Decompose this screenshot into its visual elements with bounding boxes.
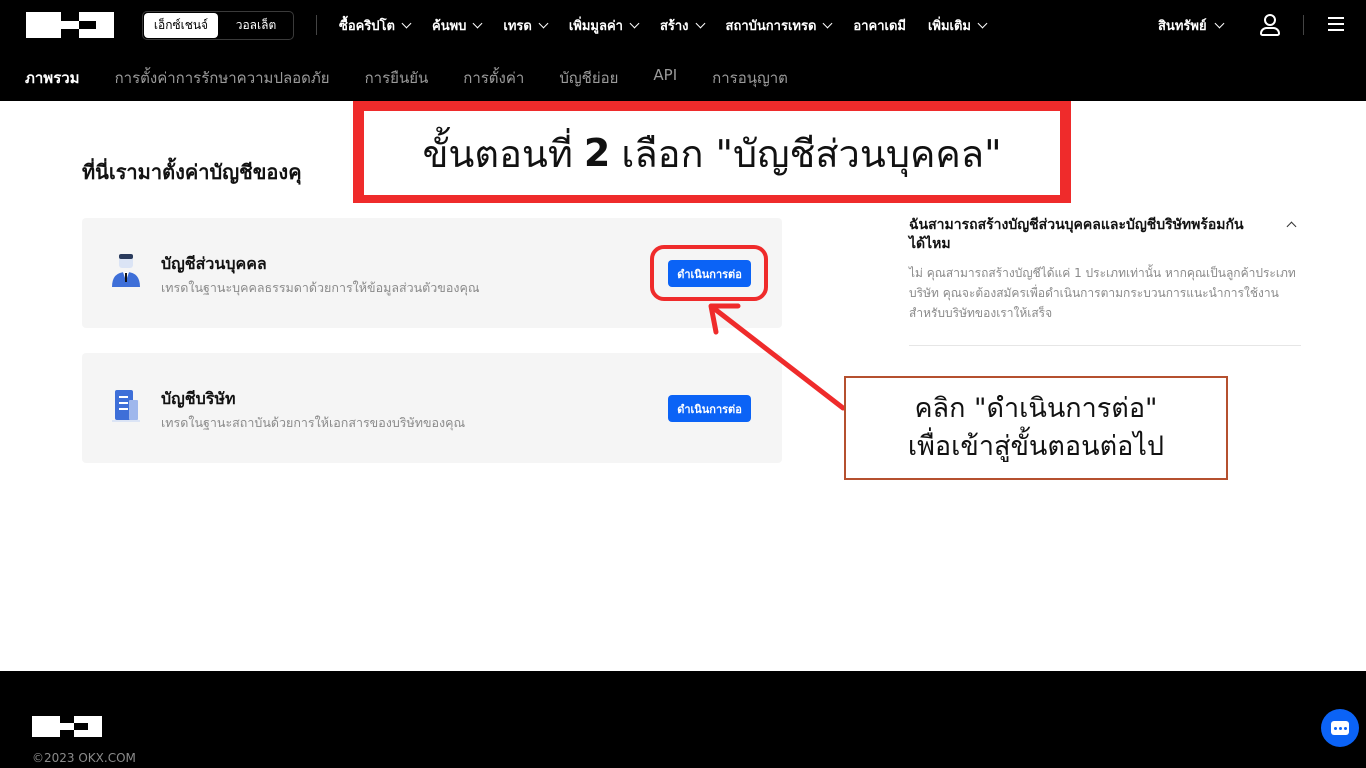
exchange-wallet-toggle: เอ็กซ์เชนจ์ วอลเล็ต bbox=[142, 11, 294, 40]
subnav-verification[interactable]: การยืนยัน bbox=[365, 66, 429, 90]
step-banner: ขั้นตอนที่ 2 เลือก "บัญชีส่วนบุคคล" bbox=[353, 101, 1071, 203]
user-profile-icon[interactable] bbox=[1259, 13, 1281, 37]
menu-buy-crypto[interactable]: ซื้อคริปโต bbox=[339, 15, 412, 36]
corporate-account-title: บัญชีบริษัท bbox=[161, 389, 236, 408]
menu-trade[interactable]: เทรด bbox=[503, 15, 549, 36]
banner-text-post: เลือก "บัญชีส่วนบุคคล" bbox=[621, 131, 1002, 176]
building-icon bbox=[112, 390, 140, 422]
menu-discover[interactable]: ค้นพบ bbox=[432, 15, 483, 36]
menu-academy[interactable]: อาคาเดมี bbox=[853, 15, 906, 36]
chevron-down-icon bbox=[401, 18, 412, 28]
chevron-down-icon bbox=[822, 18, 833, 28]
chevron-down-icon bbox=[538, 18, 549, 28]
corporate-account-card: บัญชีบริษัท เทรดในฐานะสถาบันด้วยการให้เอ… bbox=[82, 353, 782, 463]
footer: ©2023 OKX.COM bbox=[0, 671, 1366, 768]
highlight-ring bbox=[650, 245, 768, 301]
callout-line-2: เพื่อเข้าสู่ขั้นตอนต่อไป bbox=[907, 431, 1165, 462]
faq-divider bbox=[909, 345, 1301, 346]
footer-okx-logo[interactable] bbox=[32, 716, 102, 737]
chevron-down-icon bbox=[629, 18, 640, 28]
menu-more[interactable]: เพิ่มเติม bbox=[928, 15, 988, 36]
menu-grow[interactable]: เพิ่มมูลค่า bbox=[569, 15, 640, 36]
support-chat-icon[interactable] bbox=[1321, 709, 1359, 747]
corporate-account-desc: เทรดในฐานะสถาบันด้วยการให้เอกสารของบริษั… bbox=[161, 415, 466, 430]
top-header: เอ็กซ์เชนจ์ วอลเล็ต ซื้อคริปโต ค้นพบ เทร… bbox=[0, 0, 1366, 101]
chevron-down-icon bbox=[695, 18, 705, 28]
top-menu: ซื้อคริปโต ค้นพบ เทรด เพิ่มมูลค่า สร้าง … bbox=[339, 0, 988, 50]
assets-menu[interactable]: สินทรัพย์ bbox=[1158, 15, 1225, 36]
subnav-overview[interactable]: ภาพรวม bbox=[25, 66, 80, 90]
copyright: ©2023 OKX.COM bbox=[32, 751, 136, 765]
subnav-settings[interactable]: การตั้งค่า bbox=[463, 66, 524, 90]
banner-step-number: 2 bbox=[583, 131, 611, 175]
divider bbox=[316, 15, 317, 35]
exchange-tab[interactable]: เอ็กซ์เชนจ์ bbox=[144, 13, 218, 38]
hamburger-menu-icon[interactable] bbox=[1328, 17, 1344, 31]
divider bbox=[1303, 15, 1304, 35]
account-subnav: ภาพรวม การตั้งค่าการรักษาความปลอดภัย การ… bbox=[25, 66, 788, 90]
chevron-up-icon bbox=[1286, 221, 1297, 232]
personal-account-title: บัญชีส่วนบุคคล bbox=[161, 254, 267, 273]
subnav-subaccounts[interactable]: บัญชีย่อย bbox=[559, 66, 618, 90]
step-banner-text: ขั้นตอนที่ 2 เลือก "บัญชีส่วนบุคคล" bbox=[364, 111, 1060, 195]
faq-answer: ไม่ คุณสามารถสร้างบัญชีได้แค่ 1 ประเภทเท… bbox=[909, 266, 1296, 320]
chevron-down-icon bbox=[1214, 18, 1225, 29]
person-icon bbox=[112, 254, 140, 287]
subnav-api[interactable]: API bbox=[653, 66, 677, 90]
callout-line-1: คลิก "ดำเนินการต่อ" bbox=[914, 393, 1158, 424]
subnav-authorization[interactable]: การอนุญาต bbox=[712, 66, 788, 90]
okx-logo[interactable] bbox=[26, 12, 114, 38]
personal-account-desc: เทรดในฐานะบุคคลธรรมดาด้วยการให้ข้อมูลส่ว… bbox=[161, 280, 480, 295]
menu-institutional[interactable]: สถาบันการเทรด bbox=[726, 15, 833, 36]
page-title: ที่นี่เรามาตั้งค่าบัญชีของคุ bbox=[82, 160, 302, 184]
faq-item[interactable]: ฉันสามารถสร้างบัญชีส่วนบุคคลและบัญชีบริษ… bbox=[909, 216, 1301, 346]
instruction-callout: คลิก "ดำเนินการต่อ" เพื่อเข้าสู่ขั้นตอนต… bbox=[844, 376, 1228, 480]
chevron-down-icon bbox=[472, 18, 483, 28]
main-nav: เอ็กซ์เชนจ์ วอลเล็ต ซื้อคริปโต ค้นพบ เทร… bbox=[0, 0, 1366, 50]
subnav-security[interactable]: การตั้งค่าการรักษาความปลอดภัย bbox=[115, 66, 330, 90]
banner-text-pre: ขั้นตอนที่ bbox=[422, 131, 573, 176]
wallet-tab[interactable]: วอลเล็ต bbox=[219, 12, 293, 39]
corporate-continue-button[interactable]: ดำเนินการต่อ bbox=[668, 395, 751, 422]
menu-build[interactable]: สร้าง bbox=[660, 15, 705, 36]
chevron-down-icon bbox=[977, 18, 988, 28]
faq-question: ฉันสามารถสร้างบัญชีส่วนบุคคลและบัญชีบริษ… bbox=[909, 217, 1244, 252]
